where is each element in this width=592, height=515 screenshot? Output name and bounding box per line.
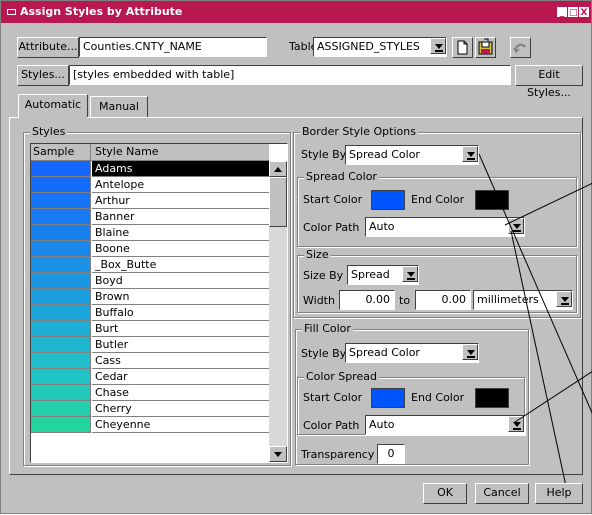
callout-line-style-by [478, 153, 592, 414]
help-button[interactable]: Help [535, 483, 583, 504]
callout-line-border-path [510, 230, 568, 492]
cancel-button[interactable]: Cancel [475, 483, 529, 504]
assign-styles-window: Assign Styles by Attribute _ □ X Attribu… [0, 0, 592, 514]
ok-button[interactable]: OK [423, 483, 467, 504]
callout-line-border-spread [504, 182, 592, 226]
callout-lines [478, 153, 592, 492]
callout-line-fill-path [514, 371, 592, 423]
